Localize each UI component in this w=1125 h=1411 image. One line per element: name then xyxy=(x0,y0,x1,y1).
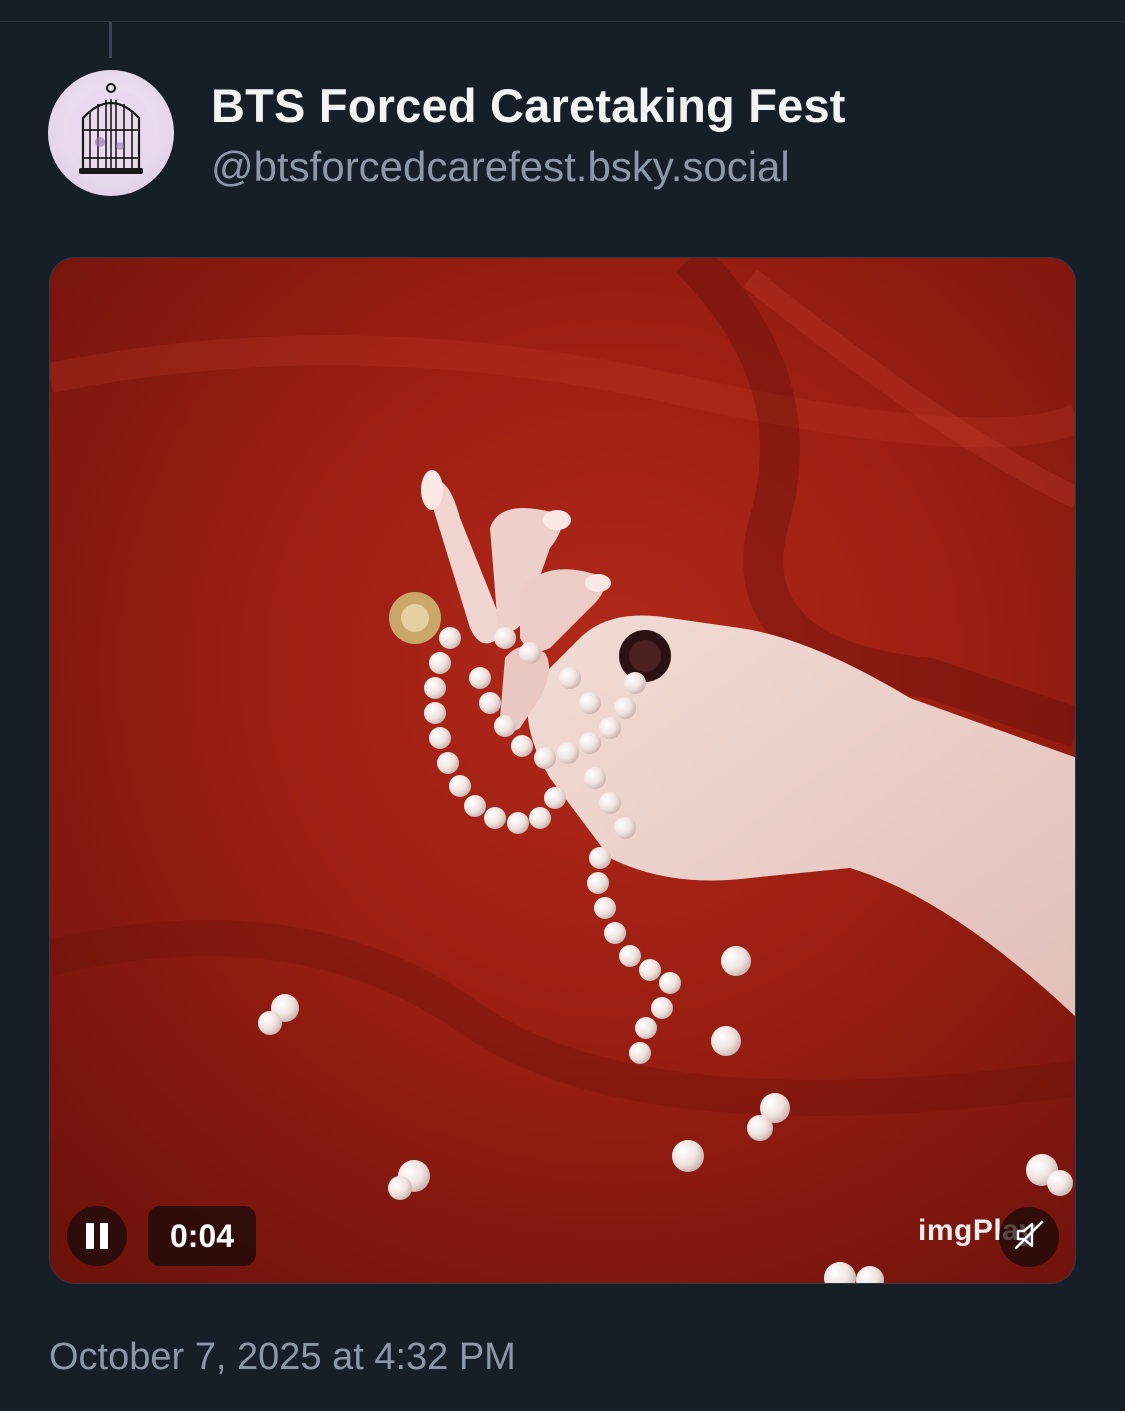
birdcage-icon xyxy=(48,70,174,196)
mute-toggle-button[interactable] xyxy=(999,1207,1059,1267)
video-elapsed-time: 0:04 xyxy=(148,1206,257,1266)
pause-button[interactable] xyxy=(67,1206,127,1266)
post-detail: BTS Forced Caretaking Fest @btsforcedcar… xyxy=(0,0,1125,1411)
pause-icon xyxy=(83,1223,111,1249)
video-player[interactable]: 0:04 imgPlay xyxy=(49,257,1076,1284)
author-avatar[interactable] xyxy=(48,70,174,196)
thread-connector-line xyxy=(109,22,112,58)
post-timestamp: October 7, 2025 at 4:32 PM xyxy=(49,1336,516,1378)
author-handle[interactable]: @btsforcedcarefest.bsky.social xyxy=(211,143,790,191)
muted-speaker-icon xyxy=(1012,1218,1046,1257)
author-display-name[interactable]: BTS Forced Caretaking Fest xyxy=(211,78,846,133)
top-divider xyxy=(0,0,1125,22)
video-frame xyxy=(50,258,1075,1283)
